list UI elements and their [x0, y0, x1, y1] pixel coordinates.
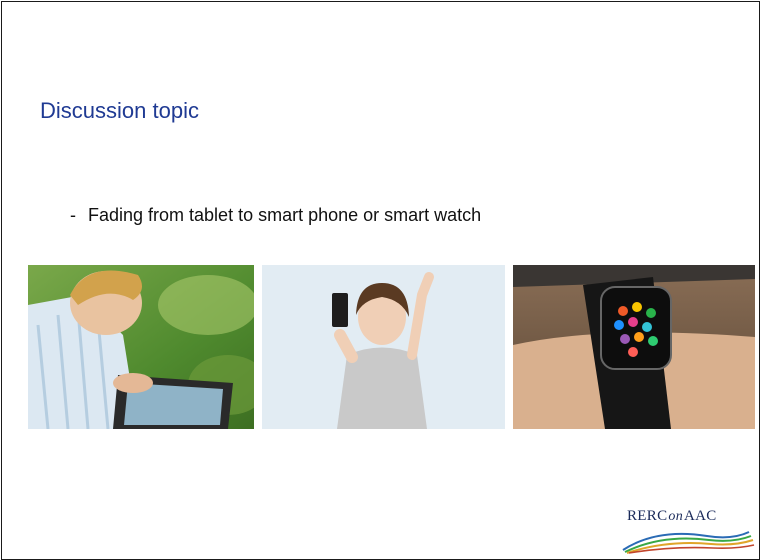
bullet-item: - Fading from tablet to smart phone or sm…: [70, 205, 481, 226]
photo-smartwatch-graphic: [513, 265, 755, 429]
photo-boy-tablet: [28, 265, 254, 429]
logo-text-on: on: [668, 509, 683, 524]
photo-girl-phone-graphic: [262, 265, 505, 429]
bullet-text: Fading from tablet to smart phone or sma…: [88, 205, 482, 225]
photo-smartwatch: [513, 265, 755, 429]
slide: Discussion topic - Fading from tablet to …: [1, 1, 760, 560]
logo-text-aac: AAC: [684, 508, 717, 524]
logo-text: RERConAAC: [627, 508, 717, 525]
logo-text-rerc: RERC: [627, 508, 668, 524]
photo-boy-tablet-graphic: [28, 265, 254, 429]
bullet-marker: -: [70, 205, 76, 225]
rerc-aac-logo: RERConAAC: [617, 502, 757, 557]
logo-waves-icon: [622, 531, 755, 554]
photo-girl-phone: [262, 265, 505, 429]
slide-title: Discussion topic: [40, 98, 199, 123]
